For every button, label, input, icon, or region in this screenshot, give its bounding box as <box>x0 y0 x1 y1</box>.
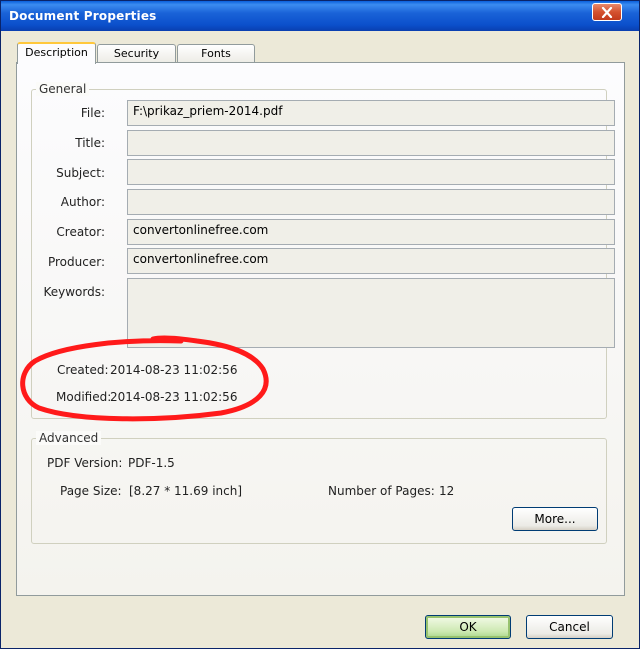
creator-label: Creator: <box>56 225 105 239</box>
document-properties-dialog: Document Properties Description Security… <box>0 0 640 649</box>
created-value: 2014-08-23 11:02:56 <box>110 363 238 377</box>
close-button[interactable] <box>592 3 622 21</box>
title-label: Title: <box>75 136 105 150</box>
window-title: Document Properties <box>9 9 157 23</box>
cancel-button[interactable]: Cancel <box>526 615 613 639</box>
created-label: Created: <box>57 363 109 377</box>
number-of-pages-value: 12 <box>439 484 455 498</box>
more-button[interactable]: More... <box>512 507 598 531</box>
modified-label: Modified: <box>56 390 112 404</box>
creator-field[interactable]: convertonlinefree.com <box>127 219 615 245</box>
keywords-label: Keywords: <box>43 285 105 299</box>
tab-fonts[interactable]: Fonts <box>177 44 255 63</box>
page-size-value: [8.27 * 11.69 inch] <box>129 484 243 498</box>
subject-field[interactable] <box>127 159 615 185</box>
producer-field[interactable]: convertonlinefree.com <box>127 248 615 274</box>
file-label: File: <box>80 106 105 120</box>
ok-button[interactable]: OK <box>425 615 511 639</box>
title-field[interactable] <box>127 130 615 156</box>
title-bar[interactable]: Document Properties <box>1 1 639 31</box>
keywords-field[interactable] <box>127 278 615 348</box>
close-icon <box>601 7 613 18</box>
subject-label: Subject: <box>56 166 105 180</box>
page-size-label: Page Size: <box>60 484 122 498</box>
tab-security[interactable]: Security <box>97 44 176 63</box>
pdf-version-label: PDF Version: <box>47 456 123 470</box>
general-group-title: General <box>36 82 90 96</box>
author-label: Author: <box>60 195 105 209</box>
pdf-version-value: PDF-1.5 <box>128 456 175 470</box>
file-field[interactable]: F:\prikaz_priem-2014.pdf <box>127 100 615 126</box>
number-of-pages-label: Number of Pages: <box>328 484 435 498</box>
tab-description[interactable]: Description <box>17 42 96 64</box>
producer-label: Producer: <box>47 255 105 269</box>
tab-panel-description: General File: F:\prikaz_priem-2014.pdf T… <box>16 62 625 596</box>
author-field[interactable] <box>127 189 615 215</box>
modified-value: 2014-08-23 11:02:56 <box>110 390 238 404</box>
advanced-group-title: Advanced <box>36 431 102 445</box>
